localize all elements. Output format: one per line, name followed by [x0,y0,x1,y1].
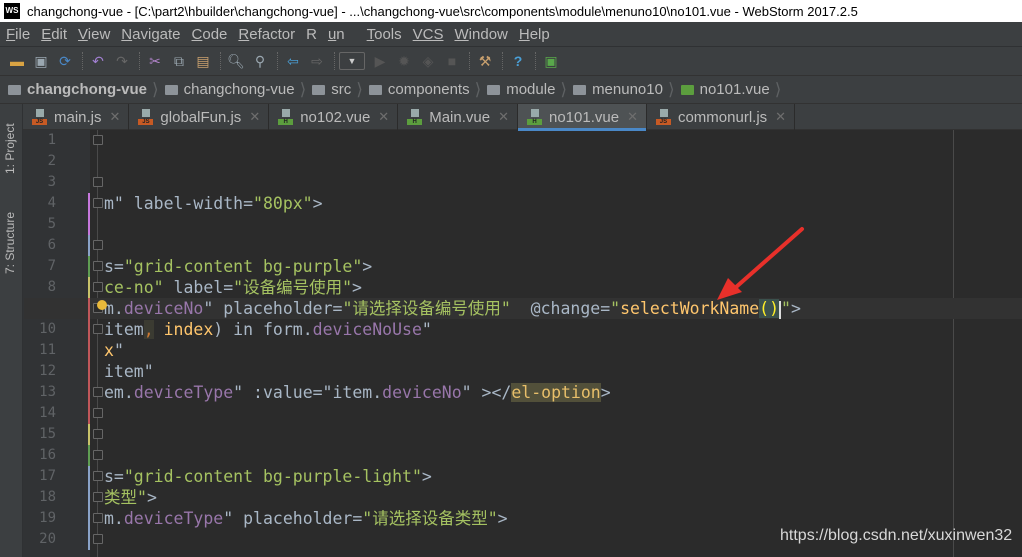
arrow-head [717,278,742,300]
annotation-arrow [717,227,804,300]
arrow-shaft [733,227,804,290]
watermark: https://blog.csdn.net/xuxinwen32 [780,527,1013,544]
